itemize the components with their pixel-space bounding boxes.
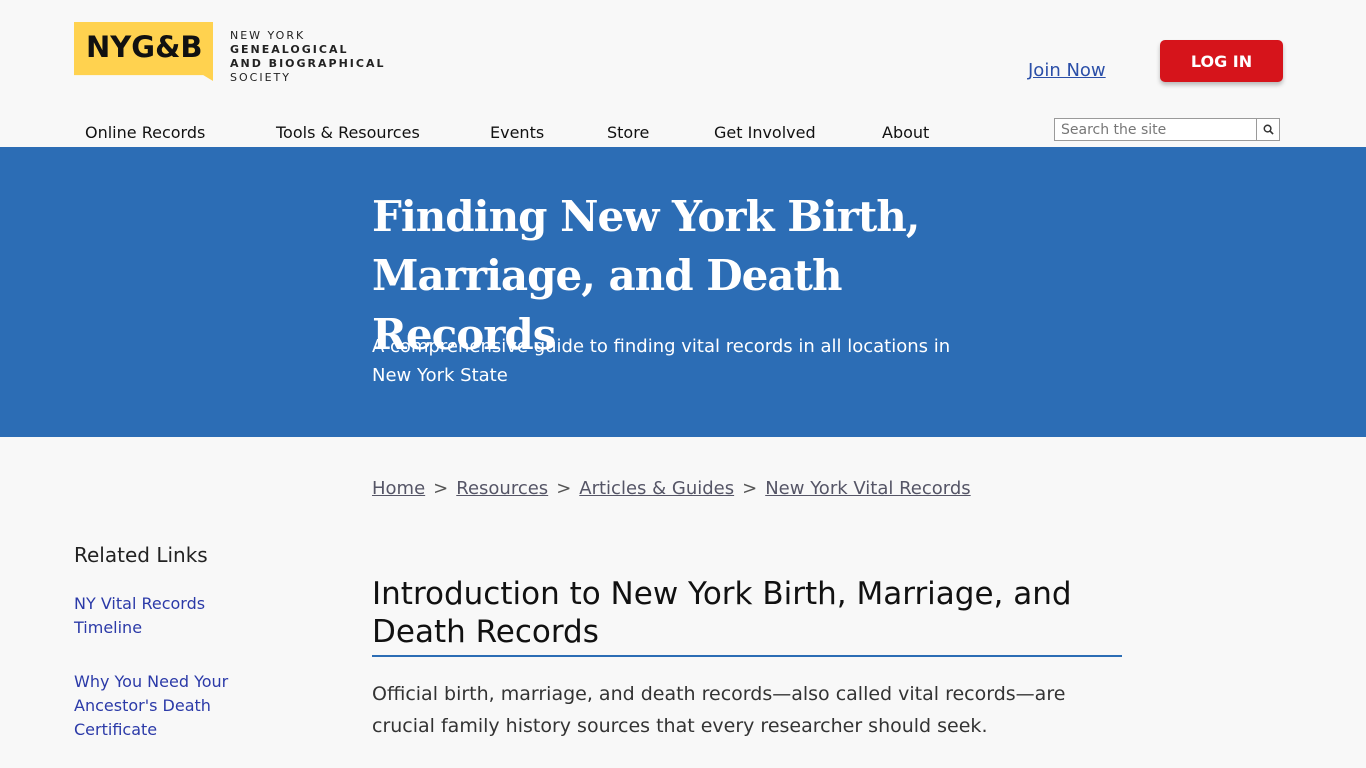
breadcrumb-resources[interactable]: Resources [456, 478, 548, 499]
search-icon [1263, 124, 1274, 135]
section-heading: Introduction to New York Birth, Marriage… [372, 575, 1122, 657]
related-link-death-certificate[interactable]: Why You Need Your Ancestor's Death Certi… [74, 670, 254, 742]
hero-banner: Finding New York Birth, Marriage, and De… [0, 147, 1366, 437]
search-button[interactable] [1256, 119, 1279, 140]
related-link-vital-records-timeline[interactable]: NY Vital Records Timeline [74, 592, 254, 640]
nav-item-online-records[interactable]: Online Records [85, 123, 205, 142]
logo-mark: NYG&B [86, 30, 203, 64]
breadcrumb-separator: > [433, 478, 449, 499]
page-subtitle: A comprehensive guide to finding vital r… [372, 336, 951, 386]
intro-paragraph: Official birth, marriage, and death reco… [372, 683, 1066, 737]
nav-item-store[interactable]: Store [607, 123, 649, 142]
breadcrumb-home[interactable]: Home [372, 478, 425, 499]
logo-line: AND BIOGRAPHICAL [230, 57, 386, 70]
logo-wordmark: NEW YORK GENEALOGICAL AND BIOGRAPHICAL S… [230, 29, 385, 85]
nav-item-get-involved[interactable]: Get Involved [714, 123, 816, 142]
related-links-title: Related Links [74, 543, 208, 567]
nav-item-tools-resources[interactable]: Tools & Resources [276, 123, 420, 142]
logo-line: SOCIETY [230, 71, 291, 84]
search-input[interactable] [1055, 119, 1257, 140]
breadcrumb: Home > Resources > Articles & Guides > New Yor… [372, 478, 971, 499]
join-now-link[interactable]: Join Now [1028, 60, 1106, 81]
logo-line: GENEALOGICAL [230, 43, 349, 56]
breadcrumb-articles-guides[interactable]: Articles & Guides [579, 478, 734, 499]
nav-item-about[interactable]: About [882, 123, 929, 142]
search-box [1054, 118, 1280, 141]
breadcrumb-separator: > [556, 478, 572, 499]
nav-item-events[interactable]: Events [490, 123, 544, 142]
logo-line: NEW YORK [230, 29, 306, 42]
breadcrumb-ny-vital-records[interactable]: New York Vital Records [765, 478, 970, 499]
login-button[interactable]: LOG IN [1160, 40, 1283, 82]
breadcrumb-separator: > [742, 478, 758, 499]
